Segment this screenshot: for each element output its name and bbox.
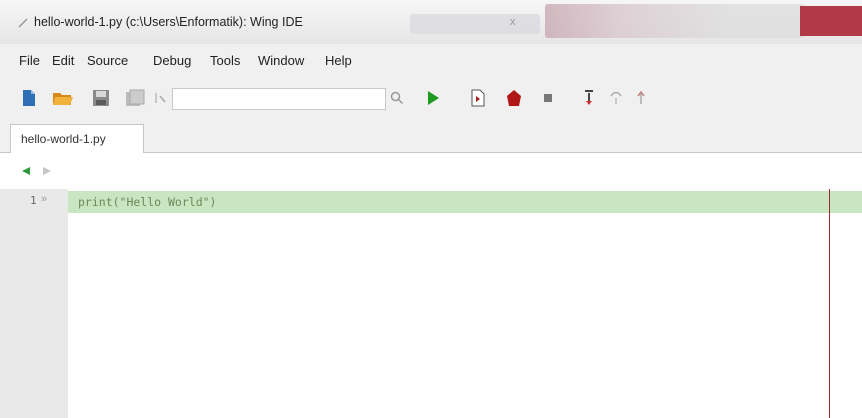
step-over-button[interactable] — [605, 78, 627, 118]
menu-file[interactable]: File — [19, 53, 40, 68]
file-step-icon — [471, 89, 485, 107]
back-arrow-icon[interactable] — [21, 166, 31, 176]
save-all-button[interactable] — [124, 78, 146, 118]
play-icon — [428, 91, 439, 105]
step-into-icon — [585, 90, 593, 105]
floppy-disk-icon — [93, 90, 109, 106]
tab-hello-world-1-py[interactable]: hello-world-1.py — [10, 124, 144, 153]
menu-bar: File Edit Source Debug Tools Window Help — [0, 44, 862, 74]
toolbar — [0, 78, 862, 118]
code-editor[interactable]: 1 » print("Hello World") — [0, 189, 862, 418]
stop-square-icon — [544, 94, 552, 102]
magnifier-icon — [390, 91, 404, 105]
menu-tools[interactable]: Tools — [210, 53, 240, 68]
open-file-button[interactable] — [52, 78, 74, 118]
code-line[interactable]: print("Hello World") — [78, 195, 216, 209]
menu-edit[interactable]: Edit — [52, 53, 74, 68]
save-button[interactable] — [90, 78, 112, 118]
save-all-icon — [126, 89, 145, 106]
editor-tab-bar: hello-world-1.py — [0, 118, 862, 153]
folder-icon — [53, 93, 73, 105]
search-button[interactable] — [386, 78, 408, 118]
menu-help[interactable]: Help — [325, 53, 352, 68]
search-options-button[interactable] — [150, 78, 172, 118]
window-close-button[interactable] — [800, 6, 862, 36]
blurred-background-window — [545, 4, 805, 38]
search-options-icon — [155, 93, 166, 103]
step-into-file-button[interactable] — [467, 78, 489, 118]
menu-source[interactable]: Source — [87, 53, 128, 68]
step-out-button[interactable] — [630, 78, 652, 118]
stop-debug-button[interactable] — [503, 78, 525, 118]
blurred-browser-tab: x — [410, 14, 540, 34]
menu-debug[interactable]: Debug — [153, 53, 191, 68]
blurred-tab-close: x — [510, 16, 516, 28]
run-button[interactable] — [422, 78, 444, 118]
step-into-button[interactable] — [578, 78, 600, 118]
stop-button[interactable] — [537, 78, 559, 118]
fold-indicator-icon[interactable]: » — [41, 193, 47, 205]
step-out-icon — [637, 90, 645, 104]
line-number: 1 — [30, 194, 37, 207]
search-input[interactable] — [172, 88, 386, 110]
title-bar: hello-world-1.py (c:\Users\Enformatik): … — [0, 0, 862, 44]
right-margin-edge-line — [829, 189, 830, 418]
editor-navigation-bar — [0, 153, 862, 189]
bug-icon — [507, 90, 521, 106]
new-file-icon — [23, 90, 35, 106]
wing-ide-feather-icon — [18, 18, 28, 28]
window-title: hello-world-1.py (c:\Users\Enformatik): … — [34, 15, 303, 29]
step-over-icon — [610, 91, 622, 104]
menu-window[interactable]: Window — [258, 53, 304, 68]
forward-arrow-icon[interactable] — [42, 166, 52, 176]
new-file-button[interactable] — [18, 78, 40, 118]
line-number-gutter: 1 » — [0, 189, 68, 418]
